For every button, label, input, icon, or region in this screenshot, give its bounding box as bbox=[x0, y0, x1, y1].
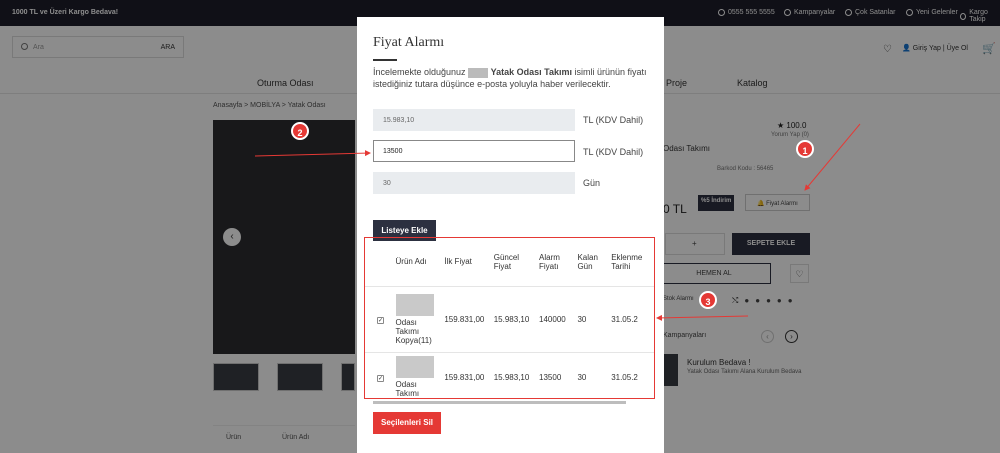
annotation-marker: 2 bbox=[291, 122, 309, 140]
annotation-marker: 3 bbox=[699, 291, 717, 309]
annotation-arrow bbox=[254, 150, 371, 157]
annotation-arrow bbox=[656, 314, 749, 321]
annotation-arrow bbox=[804, 123, 861, 191]
annotation-marker: 1 bbox=[796, 140, 814, 158]
annotation-arrows bbox=[254, 123, 861, 321]
